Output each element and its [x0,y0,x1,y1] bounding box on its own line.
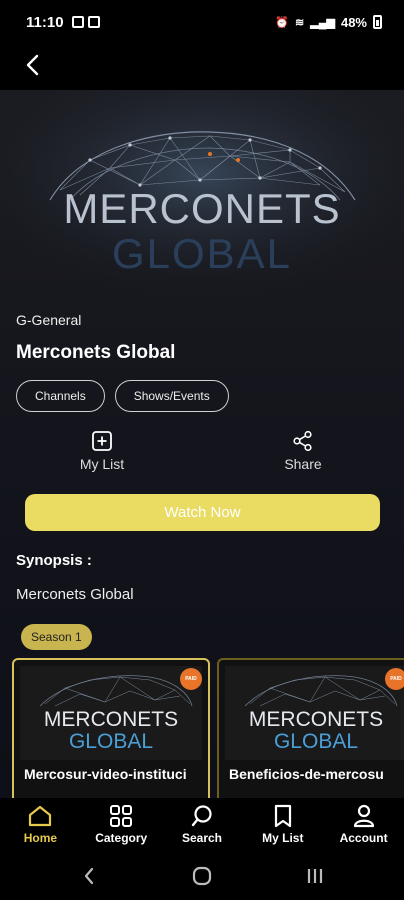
episode-title: Mercosur-video-instituci [24,766,187,782]
bookmark-icon [274,804,291,828]
episode-thumbnail: MERCONETS GLOBAL [225,666,404,760]
chip-shows-events[interactable]: Shows/Events [114,380,229,412]
episode-logo-art: MERCONETS GLOBAL [244,675,398,753]
system-back-button[interactable] [74,864,104,888]
share-icon [293,430,312,452]
bottom-tab-bar: Home Category Search My List Account [0,798,404,852]
synopsis-heading: Synopsis : [16,552,92,569]
tab-home-label: Home [23,831,58,845]
tab-my-list[interactable]: My List [242,798,323,852]
tab-account[interactable]: Account [323,798,404,852]
episode-logo-line2: GLOBAL [69,730,153,753]
status-time: 11:10 [26,13,64,31]
show-title: Merconets Global [16,342,176,363]
episode-title: Beneficios-de-mercosu [229,766,384,782]
recents-icon [307,869,323,883]
content-rating: G-General [16,312,82,328]
hero-banner: MERCONETS GLOBAL [0,90,404,300]
episode-logo-art: MERCONETS GLOBAL [39,675,193,753]
signal-icon: ▂▄▆ [310,16,335,29]
my-list-label: My List [79,456,125,472]
chevron-left-icon [84,867,94,885]
episode-logo-line1: MERCONETS [249,708,383,731]
share-button[interactable]: Share [243,430,363,472]
wifi-icon: ≋ [295,16,305,29]
episode-card[interactable]: MERCONETS GLOBAL PAID Mercosur-video-ins… [12,658,210,798]
chevron-left-icon [26,54,39,76]
paid-badge: PAID [180,668,202,690]
system-home-button[interactable] [187,864,217,888]
season-selector[interactable]: Season 1 [21,624,92,650]
system-nav-bar [0,852,404,900]
tab-search[interactable]: Search [162,798,243,852]
paid-badge: PAID [385,668,404,690]
tab-home[interactable]: Home [0,798,81,852]
back-button[interactable] [18,48,48,82]
watch-now-button[interactable]: Watch Now [25,494,380,531]
battery-icon [373,15,382,29]
detail-content[interactable]: MERCONETS GLOBAL G-General Merconets Glo… [0,90,404,798]
hero-logo-line1: MERCONETS [63,185,340,232]
chip-channels[interactable]: Channels [16,380,105,412]
episode-thumbnail: MERCONETS GLOBAL [20,666,202,760]
episode-logo-line1: MERCONETS [44,708,178,731]
tab-category[interactable]: Category [81,798,162,852]
hero-logo-line2: GLOBAL [112,230,292,277]
hero-logo-art: MERCONETS GLOBAL [0,90,404,300]
tab-my-list-label: My List [262,831,304,845]
top-bar [0,44,404,90]
tab-category-label: Category [95,831,148,845]
grid-icon [110,805,133,827]
home-icon [29,805,52,827]
person-icon [353,804,374,828]
status-bar: 11:10 ⏰ ≋ ▂▄▆ 48% [0,0,404,44]
check-notification-icon [87,16,100,28]
gallery-notification-icon [71,16,84,28]
notification-icons [71,16,100,28]
tab-account-label: Account [339,831,388,845]
plus-square-icon [92,431,112,451]
genre-chips: Channels Shows/Events [16,380,229,412]
status-right: ⏰ ≋ ▂▄▆ 48% [275,15,382,30]
share-label: Share [284,456,322,472]
battery-percent: 48% [340,14,367,30]
tab-search-label: Search [181,831,222,845]
alarm-icon: ⏰ [275,16,290,29]
circle-home-icon [192,866,212,886]
episode-list[interactable]: MERCONETS GLOBAL PAID Mercosur-video-ins… [12,658,404,798]
search-icon [191,805,212,827]
episode-card[interactable]: MERCONETS GLOBAL PAID Beneficios-de-merc… [217,658,404,798]
add-to-my-list-button[interactable]: My List [42,430,162,472]
system-recents-button[interactable] [300,864,330,888]
episode-logo-line2: GLOBAL [274,730,358,753]
synopsis-text: Merconets Global [16,586,134,603]
